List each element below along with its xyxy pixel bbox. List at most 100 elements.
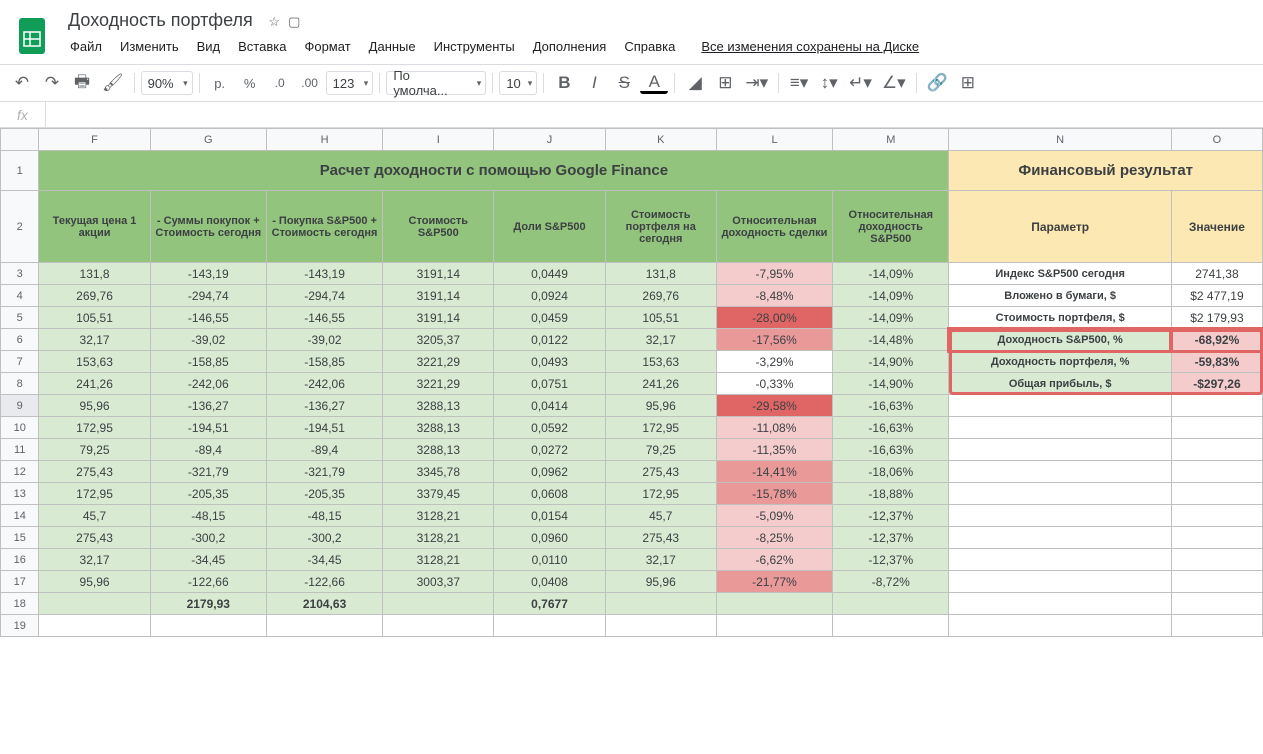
cell-M3[interactable]: -14,09% [833,263,949,285]
bold-button[interactable]: B [550,69,578,97]
cell-G17[interactable]: -122,66 [150,571,266,593]
cell-G5[interactable]: -146,55 [150,307,266,329]
col-header-F[interactable]: F [39,129,150,151]
cell-F17[interactable]: 95,96 [39,571,150,593]
cell-J11[interactable]: 0,0272 [494,439,605,461]
inc-decimal-button[interactable]: .00 [296,69,324,97]
result-param-3[interactable]: Доходность S&P500, % [949,329,1171,351]
cell-K17[interactable]: 95,96 [605,571,716,593]
sum-G[interactable]: 2179,93 [150,593,266,615]
cell-J10[interactable]: 0,0592 [494,417,605,439]
cell-L3[interactable]: -7,95% [716,263,832,285]
cell-K9[interactable]: 95,96 [605,395,716,417]
cell-empty[interactable] [1171,439,1262,461]
cell-I10[interactable]: 3288,13 [383,417,494,439]
menu-insert[interactable]: Вставка [230,35,294,58]
cell-I15[interactable]: 3128,21 [383,527,494,549]
col-header-J[interactable]: J [494,129,605,151]
cell-empty[interactable] [949,527,1171,549]
cell-I12[interactable]: 3345,78 [383,461,494,483]
cell-J8[interactable]: 0,0751 [494,373,605,395]
cell-H4[interactable]: -294,74 [266,285,382,307]
cell-K10[interactable]: 172,95 [605,417,716,439]
cell-empty[interactable] [1171,549,1262,571]
halign-button[interactable]: ≡▾ [785,69,813,97]
row-header-8[interactable]: 8 [1,373,39,395]
cell-I16[interactable]: 3128,21 [383,549,494,571]
cell-L16[interactable]: -6,62% [716,549,832,571]
cell-L4[interactable]: -8,48% [716,285,832,307]
row-header-3[interactable]: 3 [1,263,39,285]
col-header-N[interactable]: N [949,129,1171,151]
cell-I17[interactable]: 3003,37 [383,571,494,593]
cell-M14[interactable]: -12,37% [833,505,949,527]
menu-help[interactable]: Справка [616,35,683,58]
cell-G7[interactable]: -158,85 [150,351,266,373]
cell-K5[interactable]: 105,51 [605,307,716,329]
cell-I5[interactable]: 3191,14 [383,307,494,329]
cell-G11[interactable]: -89,4 [150,439,266,461]
row-header-12[interactable]: 12 [1,461,39,483]
row-header-1[interactable]: 1 [1,151,39,191]
font-select[interactable]: По умолча... [386,71,486,95]
cell-F15[interactable]: 275,43 [39,527,150,549]
cell-K4[interactable]: 269,76 [605,285,716,307]
cell-M6[interactable]: -14,48% [833,329,949,351]
cell-I8[interactable]: 3221,29 [383,373,494,395]
star-icon[interactable]: ☆ [268,14,280,30]
move-icon[interactable]: ▢ [288,14,300,30]
cell-M17[interactable]: -8,72% [833,571,949,593]
menu-tools[interactable]: Инструменты [426,35,523,58]
cell-F12[interactable]: 275,43 [39,461,150,483]
cell-empty[interactable] [1171,417,1262,439]
cell-G9[interactable]: -136,27 [150,395,266,417]
comment-button[interactable]: ⊞ [954,69,982,97]
cell-empty[interactable] [949,439,1171,461]
row-header-2[interactable]: 2 [1,191,39,263]
undo-button[interactable]: ↶ [8,69,36,97]
italic-button[interactable]: I [580,69,608,97]
cell-I14[interactable]: 3128,21 [383,505,494,527]
result-val-3[interactable]: -68,92% [1171,329,1262,351]
cell-F4[interactable]: 269,76 [39,285,150,307]
cell-K7[interactable]: 153,63 [605,351,716,373]
cell-M15[interactable]: -12,37% [833,527,949,549]
cell-J6[interactable]: 0,0122 [494,329,605,351]
cell-J15[interactable]: 0,0960 [494,527,605,549]
cell-G10[interactable]: -194,51 [150,417,266,439]
cell-F8[interactable]: 241,26 [39,373,150,395]
row-header-19[interactable]: 19 [1,615,39,637]
cell-J12[interactable]: 0,0962 [494,461,605,483]
cell-H11[interactable]: -89,4 [266,439,382,461]
row-header-4[interactable]: 4 [1,285,39,307]
strike-button[interactable]: S [610,69,638,97]
save-status[interactable]: Все изменения сохранены на Диске [693,35,927,58]
cell-M8[interactable]: -14,90% [833,373,949,395]
cell-empty[interactable] [949,505,1171,527]
cell-empty[interactable] [949,461,1171,483]
cell-K3[interactable]: 131,8 [605,263,716,285]
cell-J13[interactable]: 0,0608 [494,483,605,505]
cell-H16[interactable]: -34,45 [266,549,382,571]
cell-M16[interactable]: -12,37% [833,549,949,571]
cell-I4[interactable]: 3191,14 [383,285,494,307]
cell-H6[interactable]: -39,02 [266,329,382,351]
borders-button[interactable]: ⊞ [711,69,739,97]
cell-K12[interactable]: 275,43 [605,461,716,483]
row-header-6[interactable]: 6 [1,329,39,351]
cell-H10[interactable]: -194,51 [266,417,382,439]
result-val-1[interactable]: $2 477,19 [1171,285,1262,307]
cell-H3[interactable]: -143,19 [266,263,382,285]
cell-H14[interactable]: -48,15 [266,505,382,527]
cell-L5[interactable]: -28,00% [716,307,832,329]
cell-L17[interactable]: -21,77% [716,571,832,593]
cell-M4[interactable]: -14,09% [833,285,949,307]
cell-J16[interactable]: 0,0110 [494,549,605,571]
cell-G3[interactable]: -143,19 [150,263,266,285]
cell-L12[interactable]: -14,41% [716,461,832,483]
cell-I7[interactable]: 3221,29 [383,351,494,373]
cell-I3[interactable]: 3191,14 [383,263,494,285]
cell-F13[interactable]: 172,95 [39,483,150,505]
menu-format[interactable]: Формат [296,35,358,58]
result-val-2[interactable]: $2 179,93 [1171,307,1262,329]
